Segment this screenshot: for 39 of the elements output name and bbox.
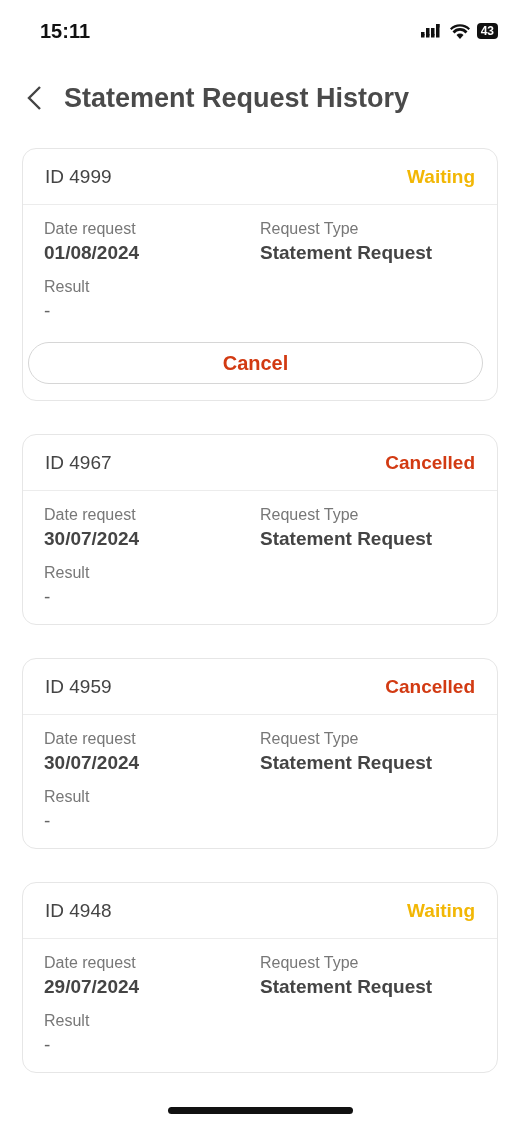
cancel-button[interactable]: Cancel (28, 342, 483, 384)
request-result: - (44, 586, 52, 608)
request-id: ID 4948 (45, 899, 112, 922)
field-label: Request Type (260, 954, 360, 972)
request-date: 30/07/2024 (44, 752, 141, 774)
request-id: ID 4999 (45, 165, 112, 188)
request-id: ID 4967 (45, 451, 112, 474)
signal-icon (420, 24, 443, 38)
page-title: Statement Request History (64, 82, 410, 114)
request-status: Waiting (407, 899, 475, 922)
field-label: Result (44, 278, 91, 296)
request-result: - (44, 300, 52, 322)
request-date: 01/08/2024 (44, 242, 141, 264)
request-result: - (44, 810, 52, 832)
request-type: Statement Request (260, 528, 434, 550)
status-time: 15:11 (40, 19, 91, 43)
battery-level: 43 (476, 23, 498, 39)
request-type: Statement Request (260, 976, 434, 998)
request-result: - (44, 1034, 52, 1056)
request-date: 29/07/2024 (44, 976, 141, 998)
field-label: Request Type (260, 220, 360, 238)
field-label: Date request (44, 506, 137, 524)
field-label: Request Type (260, 506, 360, 524)
request-date: 30/07/2024 (44, 528, 141, 550)
request-id: ID 4959 (45, 675, 112, 698)
request-type: Statement Request (260, 752, 434, 774)
field-label: Result (44, 788, 91, 806)
field-label: Result (44, 564, 91, 582)
request-status: Waiting (407, 165, 475, 188)
wifi-icon (449, 23, 470, 39)
request-type: Statement Request (260, 242, 434, 264)
request-status: Cancelled (385, 451, 475, 474)
field-label: Date request (44, 730, 137, 748)
field-label: Date request (44, 954, 137, 972)
field-label: Date request (44, 220, 137, 238)
field-label: Result (44, 1012, 91, 1030)
request-status: Cancelled (385, 675, 475, 698)
field-label: Request Type (260, 730, 360, 748)
back-icon[interactable] (26, 85, 42, 111)
